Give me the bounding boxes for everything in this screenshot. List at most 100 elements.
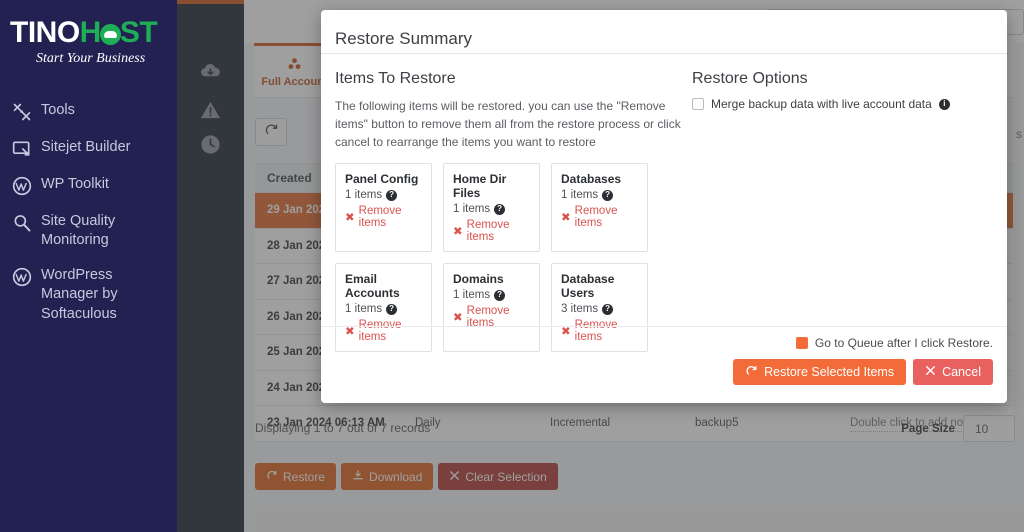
card-count: 3 items ? xyxy=(561,303,638,315)
brand-wordmark: TINOH ST xyxy=(10,18,177,48)
download-button-label: Download xyxy=(369,469,423,484)
help-icon[interactable]: ? xyxy=(494,289,506,301)
card-count: 1 items ? xyxy=(453,289,530,301)
icon-rail xyxy=(177,0,244,532)
sidebar-item-label: Site Quality Monitoring xyxy=(41,213,116,249)
clear-selection-button-label: Clear Selection xyxy=(465,469,547,484)
tab-label: Full Account xyxy=(261,76,328,88)
refresh-icon xyxy=(264,122,279,142)
records-summary: Displaying 1 to 7 out of 7 records xyxy=(255,421,431,435)
card-count: 1 items ? xyxy=(561,189,638,201)
table-action-buttons: Restore Download Clear Selection xyxy=(255,463,558,490)
sidebar-item-wordpress-manager[interactable]: WordPress Manager by Softaculous xyxy=(0,258,177,331)
card-count-label: 1 items xyxy=(345,189,383,201)
restore-selected-items-button[interactable]: Restore Selected Items xyxy=(733,359,907,385)
clear-selection-button[interactable]: Clear Selection xyxy=(438,463,558,490)
card-title: Panel Config xyxy=(345,172,419,186)
sidebar-item-tools[interactable]: Tools xyxy=(0,93,177,130)
refresh-icon xyxy=(745,364,758,380)
card-count-label: 1 items xyxy=(561,189,599,201)
help-icon[interactable]: ? xyxy=(602,189,614,201)
brand-logo: TINOH ST Start Your Business xyxy=(0,18,177,67)
clock-icon[interactable] xyxy=(199,133,222,156)
item-card-panel-config: Panel Config 1 items ? ✖ Remove items xyxy=(335,163,432,252)
card-title: Database Users xyxy=(561,272,615,300)
page-size-select[interactable]: 10 xyxy=(963,415,1015,442)
x-icon: ✖ xyxy=(561,212,571,224)
cell-type: Incremental xyxy=(550,417,611,430)
x-icon xyxy=(925,365,936,379)
rail-accent-bar xyxy=(177,0,244,4)
remove-items-label: Remove items xyxy=(466,219,510,243)
x-icon xyxy=(449,470,460,484)
sidebar-item-label: Tools xyxy=(41,102,75,118)
card-title: Home Dir Files xyxy=(453,172,507,200)
restore-selected-label: Restore Selected Items xyxy=(764,365,895,379)
card-title: Databases xyxy=(561,172,622,186)
items-description: The following items will be restored. yo… xyxy=(335,99,681,149)
options-heading: Restore Options xyxy=(692,70,808,87)
merge-label: Merge backup data with live account data xyxy=(711,97,932,111)
restore-button[interactable]: Restore xyxy=(255,463,337,490)
card-title: Email Accounts xyxy=(345,272,400,300)
magnifier-icon xyxy=(12,213,32,233)
merge-checkbox[interactable] xyxy=(692,98,704,110)
go-to-queue-label: Go to Queue after I click Restore. xyxy=(814,336,993,350)
brand-tagline: Start Your Business xyxy=(36,51,146,66)
modal-header: Restore Summary xyxy=(321,10,1007,54)
modal-body: Items To Restore The following items wil… xyxy=(321,54,1007,352)
download-icon xyxy=(352,469,364,484)
card-count-label: 1 items xyxy=(345,303,383,315)
download-button[interactable]: Download xyxy=(341,463,434,490)
brand-text-h: H xyxy=(79,16,102,49)
queue-option-row[interactable]: Go to Queue after I click Restore. xyxy=(321,336,993,350)
modal-title: Restore Summary xyxy=(335,29,472,48)
sidebar-item-label: WordPress Manager by Softaculous xyxy=(41,267,118,322)
page-size-control: Page Size 10 xyxy=(901,415,1015,442)
page-size-label: Page Size xyxy=(901,422,955,435)
items-heading: Items To Restore xyxy=(335,70,456,87)
help-icon[interactable]: ? xyxy=(386,303,398,315)
sidebar: TINOH ST Start Your Business Tools Siteje… xyxy=(0,0,177,532)
info-icon[interactable]: i xyxy=(938,98,950,110)
wordpress-icon xyxy=(12,176,32,196)
sidebar-item-site-quality-monitoring[interactable]: Site Quality Monitoring xyxy=(0,204,177,258)
card-count: 1 items ? xyxy=(345,303,422,315)
cloud-download-icon[interactable] xyxy=(199,60,222,83)
item-card-databases: Databases 1 items ? ✖ Remove items xyxy=(551,163,648,252)
sidebar-item-label: WP Toolkit xyxy=(41,176,109,192)
warning-icon[interactable] xyxy=(199,99,222,122)
refresh-icon xyxy=(266,469,278,484)
edge-cut-text: s xyxy=(1016,127,1022,141)
card-count-label: 3 items xyxy=(561,303,599,315)
sidebar-item-label: Sitejet Builder xyxy=(41,139,131,155)
x-icon: ✖ xyxy=(345,212,355,224)
item-cards: Panel Config 1 items ? ✖ Remove items Ho… xyxy=(335,163,681,352)
refresh-table-button[interactable] xyxy=(255,118,287,146)
help-icon[interactable]: ? xyxy=(494,203,506,215)
card-count: 1 items ? xyxy=(345,189,422,201)
tools-icon xyxy=(12,102,32,122)
x-icon: ✖ xyxy=(453,312,463,324)
brand-text-tino: TINO xyxy=(10,16,80,49)
cell-name: backup5 xyxy=(695,417,739,430)
help-icon[interactable]: ? xyxy=(602,303,614,315)
help-icon[interactable]: ? xyxy=(386,189,398,201)
card-count: 1 items ? xyxy=(453,203,530,215)
item-card-home-dir-files: Home Dir Files 1 items ? ✖ Remove items xyxy=(443,163,540,252)
sidebar-item-wp-toolkit[interactable]: WP Toolkit xyxy=(0,167,177,204)
boxes-icon xyxy=(286,56,303,73)
wordpress-icon xyxy=(12,267,32,287)
remove-items-link[interactable]: ✖ Remove items xyxy=(345,205,422,229)
cell-frequency: Daily xyxy=(415,417,441,430)
merge-option-row[interactable]: Merge backup data with live account data… xyxy=(692,97,993,111)
sidebar-item-sitejet-builder[interactable]: Sitejet Builder xyxy=(0,130,177,167)
cancel-button[interactable]: Cancel xyxy=(913,359,993,385)
go-to-queue-checkbox[interactable] xyxy=(795,337,808,349)
items-to-restore-section: Items To Restore The following items wil… xyxy=(335,70,681,352)
remove-items-link[interactable]: ✖ Remove items xyxy=(561,205,638,229)
card-count-label: 1 items xyxy=(453,289,491,301)
restore-options-section: Restore Options Merge backup data with l… xyxy=(681,70,993,352)
monitor-icon xyxy=(12,139,32,159)
remove-items-link[interactable]: ✖ Remove items xyxy=(453,219,530,243)
